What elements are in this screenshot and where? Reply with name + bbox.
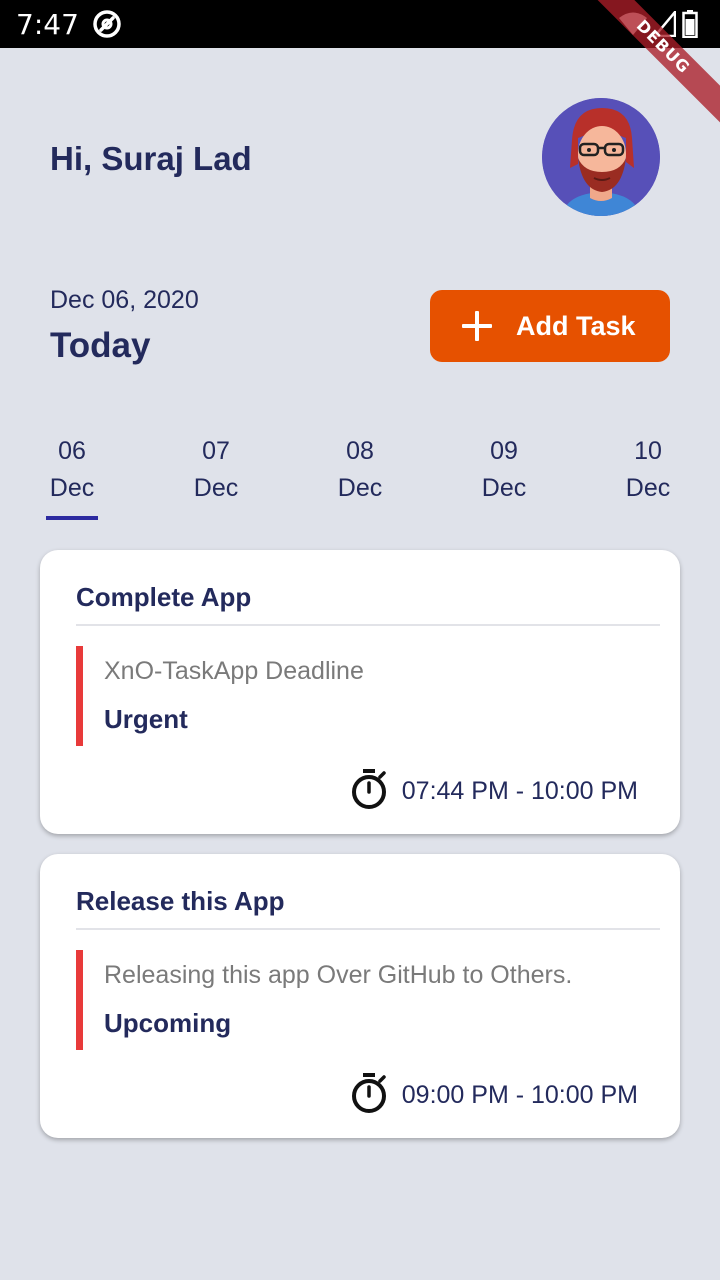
priority-bar <box>76 646 83 746</box>
date-month: Dec <box>481 474 527 502</box>
priority-bar <box>76 950 83 1050</box>
date-day: 08 <box>346 437 374 465</box>
battery-icon <box>682 10 698 43</box>
date-picker-strip: 06 Dec 07 Dec 08 Dec 09 Dec 10 Dec <box>0 434 720 524</box>
add-task-label: Add Task <box>516 310 636 341</box>
date-day: 06 <box>58 437 86 465</box>
add-task-button[interactable]: Add Task <box>430 290 670 362</box>
avatar[interactable] <box>542 98 660 216</box>
task-title: Release this App <box>76 886 285 916</box>
greeting-title: Hi, Suraj Lad <box>50 140 252 177</box>
avatar-illustration-icon <box>542 98 660 216</box>
date-month: Dec <box>625 474 671 502</box>
task-description: Releasing this app Over GitHub to Others… <box>104 961 573 989</box>
task-card[interactable]: Release this App Releasing this app Over… <box>40 854 680 1138</box>
selected-date-indicator <box>46 516 98 520</box>
status-bar: 7:47 <box>0 0 720 48</box>
stopwatch-icon <box>350 768 388 815</box>
task-description: XnO-TaskApp Deadline <box>104 657 364 685</box>
date-day: 10 <box>634 437 662 465</box>
date-month: Dec <box>193 474 239 502</box>
plus-icon <box>462 311 492 341</box>
card-divider <box>76 624 660 626</box>
date-month: Dec <box>49 474 95 502</box>
signal-icon <box>652 8 677 42</box>
current-date: Dec 06, 2020 <box>50 286 199 314</box>
task-priority: Upcoming <box>104 1008 232 1038</box>
date-item[interactable]: 08 Dec <box>315 434 405 508</box>
date-item[interactable]: 07 Dec <box>171 434 261 508</box>
card-divider <box>76 928 660 930</box>
date-month: Dec <box>337 474 383 502</box>
date-day: 07 <box>202 437 230 465</box>
task-card[interactable]: Complete App XnO-TaskApp Deadline Urgent… <box>40 550 680 834</box>
stopwatch-icon <box>350 1072 388 1119</box>
date-item[interactable]: 09 Dec <box>459 434 549 508</box>
task-time-row: 07:44 PM - 10:00 PM <box>350 768 638 815</box>
today-heading: Today <box>50 326 151 365</box>
status-time: 7:47 <box>16 8 79 41</box>
date-item[interactable]: 06 Dec <box>27 434 117 508</box>
date-day: 09 <box>490 437 518 465</box>
task-title: Complete App <box>76 582 252 612</box>
task-time-row: 09:00 PM - 10:00 PM <box>350 1072 638 1119</box>
task-priority: Urgent <box>104 704 188 734</box>
task-time: 09:00 PM - 10:00 PM <box>401 1081 638 1109</box>
date-item[interactable]: 10 Dec <box>603 434 693 508</box>
task-time: 07:44 PM - 10:00 PM <box>401 777 638 805</box>
app-notification-icon <box>92 9 122 44</box>
wifi-icon <box>618 11 648 42</box>
